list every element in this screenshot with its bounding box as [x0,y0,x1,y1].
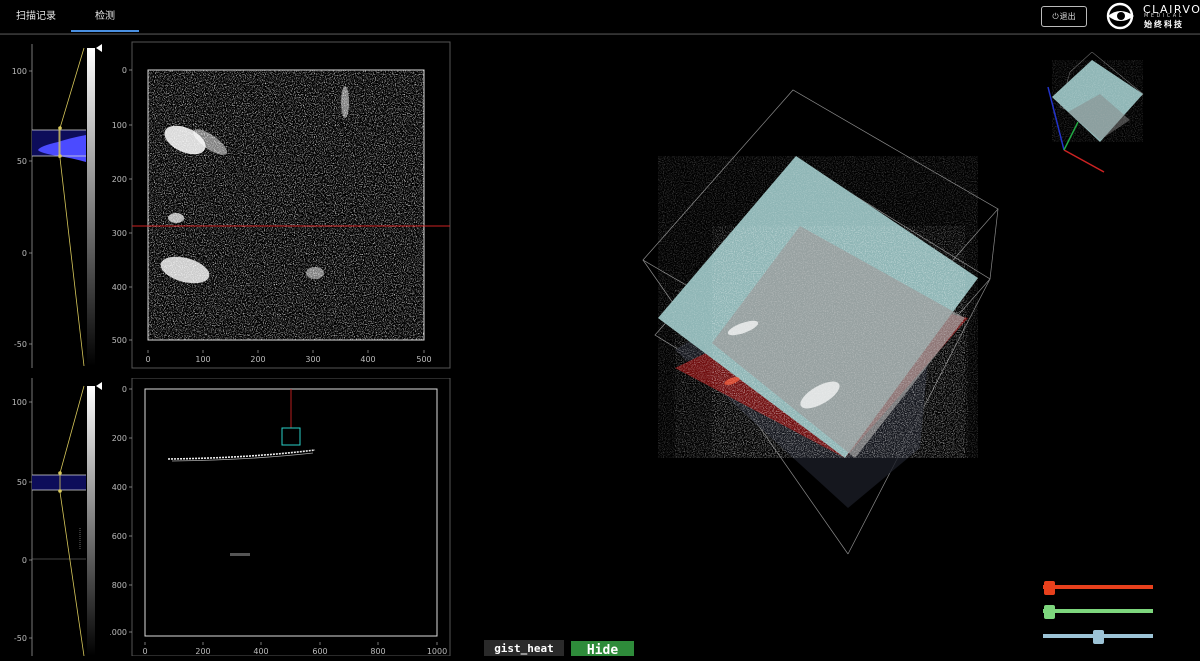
colormap-button[interactable]: gist_heat [484,640,564,656]
top-scan-view[interactable]: 0 100 200 300 400 500 0 100 200 300 400 500 [110,40,455,370]
axis-tick-label: 100 [12,398,27,407]
axis-tick-label: 200 [250,355,265,364]
level-line [59,385,85,656]
axis-tick-label: 200 [112,434,127,443]
axis-tick-label: 300 [112,229,127,238]
axis-tick-label: 800 [370,647,385,656]
axis-tick-label: 600 [112,532,127,541]
level-handle[interactable] [58,126,62,130]
tab-scan-records[interactable]: 扫描记录 [6,0,66,32]
axis-tick-label: -50 [14,634,27,643]
axis-tick-label: 50 [17,157,27,166]
axis-tick-label: 800 [112,581,127,590]
hide-button[interactable]: Hide [571,641,634,658]
grayscale-colorbar[interactable] [87,48,95,366]
axis-tick-label: 400 [112,483,127,492]
axis-tick-label: 400 [112,283,127,292]
tab-detection[interactable]: 检测 [71,0,139,32]
axis-tick-label: 100 [195,355,210,364]
axis-tick-label: 500 [416,355,431,364]
slider-green-track[interactable] [1043,609,1153,613]
level-handle-low[interactable] [58,489,62,493]
level-line [59,47,85,367]
axis-tick-label: 1000 [110,628,127,637]
slider-red-track[interactable] [1043,585,1153,589]
slider-blue-thumb[interactable] [1093,630,1104,644]
axis-tick-label: 0 [122,385,127,394]
axis-tick-label: 50 [17,478,27,487]
exit-button[interactable]: ⏻退出 [1041,6,1087,27]
axis-tick-label: 0 [22,249,27,258]
axis-tick-label: 600 [312,647,327,656]
axis-tick-label: 1000 [427,647,447,656]
slider-red-thumb[interactable] [1043,581,1055,595]
orientation-widget[interactable] [1040,52,1150,177]
slider-blue[interactable] [1043,630,1153,644]
slider-green-thumb[interactable] [1043,605,1055,619]
axis-tick-label: 400 [360,355,375,364]
axis-tick-label: 0 [122,66,127,75]
axis-tick-label: 0 [142,647,147,656]
colorbar-top-handle[interactable] [96,44,102,52]
exit-label: 退出 [1059,12,1076,21]
bottom-scan-view[interactable]: 0 200 400 600 800 1000 0 200 400 600 800 1000 [110,378,455,656]
slider-green[interactable] [1043,605,1153,619]
axis-tick-label: 200 [112,175,127,184]
axis-tick-label: 100 [112,121,127,130]
top-bar: 扫描记录 检测 ⏻退出 CLAIRVO MEDICAL 始终科技 [0,0,1200,34]
grayscale-colorbar[interactable] [87,386,95,656]
logo-cn: 始终科技 [1144,20,1184,29]
logo-eye-icon [1106,2,1134,30]
axis-tick-label: 400 [253,647,268,656]
axis-tick-label: 300 [305,355,320,364]
axis-tick-label: 100 [12,67,27,76]
level-handle-low[interactable] [58,154,62,158]
slider-red[interactable] [1043,581,1153,595]
power-icon: ⏻ [1052,12,1059,21]
axis-y-line [1063,121,1079,151]
axis-tick-label: 0 [22,556,27,565]
logo: CLAIRVO MEDICAL 始终科技 [1104,2,1200,30]
axis-tick-label: -50 [14,340,27,349]
axis-tick-label: 200 [195,647,210,656]
histogram-range-band[interactable] [32,475,86,490]
level-handle[interactable] [58,471,62,475]
colorbar-top-handle[interactable] [96,382,102,390]
axis-tick-label: 0 [145,355,150,364]
axis-tick-label: 500 [112,336,127,345]
axis-x-line [1063,149,1105,173]
